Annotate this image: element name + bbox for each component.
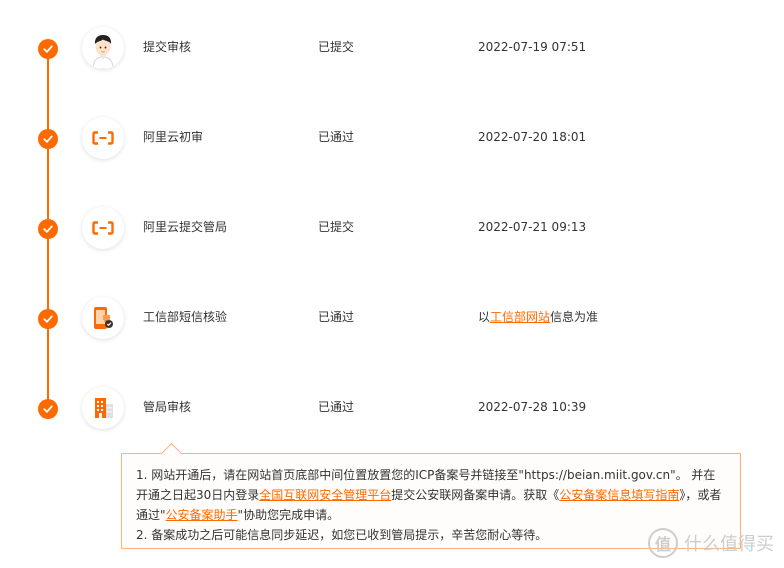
step-name: 提交审核 [143,40,192,54]
step-status: 已通过 [318,310,355,324]
step-time: 2022-07-19 07:51 [478,40,587,54]
step-name: 阿里云提交管局 [143,220,228,234]
filing-guide-link[interactable]: 公安备案信息填写指南 [559,488,679,502]
person-avatar-icon [82,27,124,69]
step-status: 已通过 [318,400,355,414]
time-prefix: 以 [478,310,491,324]
step-bureau-review: 管局审核 已通过 2022-07-28 10:39 [0,378,784,438]
notice-text: 提交公安联网备案申请。获取《 [391,488,560,502]
check-icon [38,219,58,239]
step-aliyun-submit-bureau: 阿里云提交管局 已提交 2022-07-21 09:13 [0,198,784,258]
time-suffix: 信息为准 [550,310,599,324]
watermark-text: 什么值得买 [684,534,774,555]
watermark: 值 什么值得买 [648,528,774,558]
notice-arrow [160,442,183,465]
notice-text: "协助您完成申请。 [237,508,340,522]
building-icon [82,387,124,429]
aliyun-logo-icon [82,117,124,159]
phone-sms-icon [82,297,124,339]
filing-assistant-link[interactable]: 公安备案助手 [166,508,238,522]
step-time: 2022-07-28 10:39 [478,400,587,414]
step-submit-review: 提交审核 已提交 2022-07-19 07:51 [0,18,784,78]
check-icon [38,129,58,149]
step-name: 管局审核 [143,400,192,414]
check-icon [38,309,58,329]
step-time: 2022-07-20 18:01 [478,130,587,144]
aliyun-logo-icon [82,207,124,249]
filing-progress-page: 提交审核 已提交 2022-07-19 07:51 阿里云初审 已通过 2022… [0,0,784,568]
miit-website-link[interactable]: 工信部网站 [490,310,550,324]
public-security-platform-link[interactable]: 全国互联网安全管理平台 [259,488,391,502]
check-icon [38,39,58,59]
step-status: 已提交 [318,220,355,234]
step-name: 阿里云初审 [143,130,204,144]
step-status: 已通过 [318,130,355,144]
step-miit-sms-verification: 工信部短信核验 已通过 以工信部网站信息为准 [0,288,784,348]
step-aliyun-initial-review: 阿里云初审 已通过 2022-07-20 18:01 [0,108,784,168]
notice-item-2: 2. 备案成功之后可能信息同步延迟，如您已收到管局提示，辛苦您耐心等待。 [136,528,548,542]
check-icon [38,399,58,419]
step-time: 以工信部网站信息为准 [478,309,598,325]
notice-item-1: 1. 网站开通后，请在网站首页底部中间位置放置您的ICP备案号并链接至"http… [136,465,726,525]
step-time: 2022-07-21 09:13 [478,220,587,234]
step-name: 工信部短信核验 [143,310,228,324]
watermark-logo-icon: 值 [648,528,678,558]
step-status: 已提交 [318,40,355,54]
